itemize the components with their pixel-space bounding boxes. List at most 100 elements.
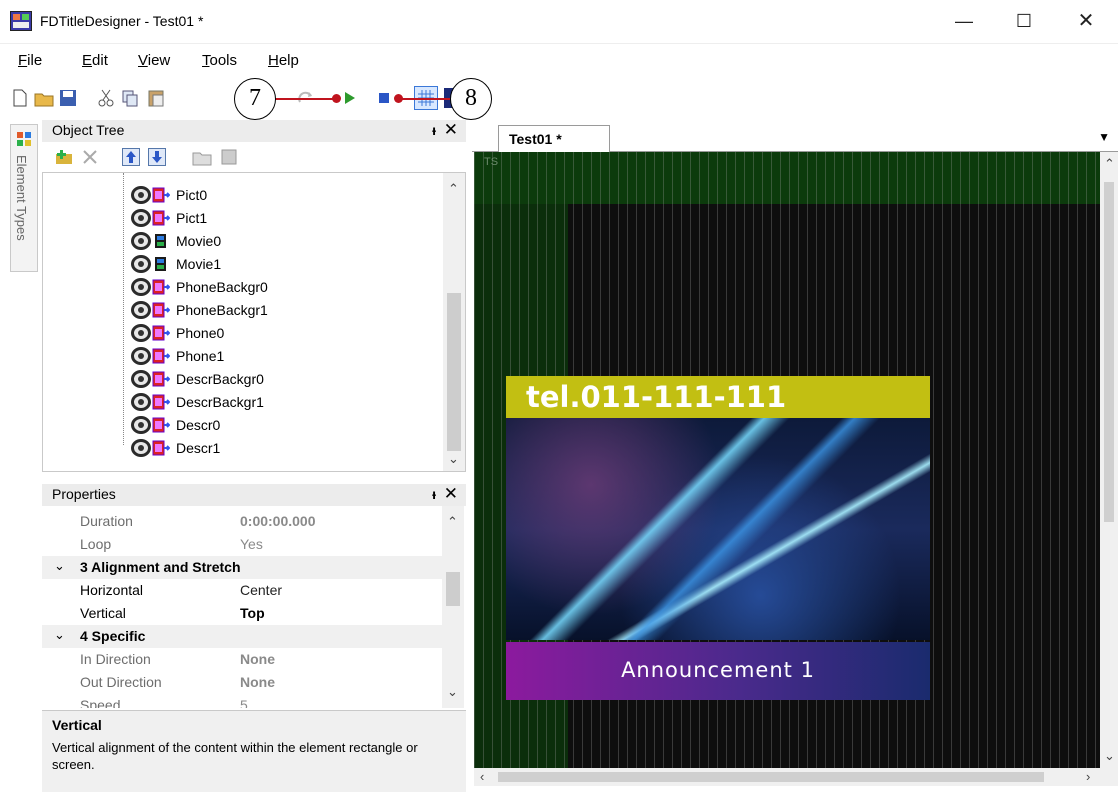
property-row-vertical[interactable]: Vertical Top (42, 602, 442, 625)
element-types-tab[interactable]: Element Types (10, 124, 38, 272)
property-key: In Direction (80, 651, 151, 667)
scroll-right-arrow-icon[interactable]: › (1086, 769, 1090, 784)
visibility-eye-icon[interactable] (131, 254, 151, 273)
tree-item-descrbackgr0[interactable]: DescrBackgr0 (131, 367, 264, 390)
picture-element[interactable] (506, 418, 930, 640)
visibility-eye-icon[interactable] (131, 346, 151, 365)
menu-edit[interactable]: Edit (82, 52, 108, 69)
menu-view[interactable]: View (138, 52, 170, 69)
add-object-icon[interactable] (54, 148, 74, 166)
object-tree-scrollbar[interactable]: ⌃ ⌄ (443, 173, 465, 471)
menu-help[interactable]: Help (268, 52, 299, 69)
play-icon[interactable] (340, 88, 360, 108)
menu-file[interactable]: File (18, 52, 42, 69)
canvas-vertical-scrollbar[interactable]: ⌃ ⌄ (1100, 152, 1118, 768)
property-value[interactable]: None (240, 674, 275, 690)
tree-item-movie1[interactable]: Movie1 (131, 252, 221, 275)
property-row-in-direction[interactable]: In Direction None (42, 648, 442, 671)
visibility-eye-icon[interactable] (131, 438, 151, 457)
copy-icon[interactable] (120, 88, 140, 108)
scroll-down-arrow-icon[interactable]: ⌄ (447, 684, 458, 700)
property-row-horizontal[interactable]: Horizontal Center (42, 579, 442, 602)
properties-scroll-thumb[interactable] (446, 572, 460, 606)
maximize-button[interactable]: ☐ (1002, 6, 1046, 38)
object-tree-close-icon[interactable]: ✕ (444, 120, 458, 140)
scroll-down-arrow-icon[interactable]: ⌄ (1104, 748, 1115, 764)
scroll-up-arrow-icon[interactable]: ⌃ (447, 514, 458, 530)
scroll-up-arrow-icon[interactable]: ⌃ (1104, 156, 1115, 172)
properties-pin-icon[interactable]: ᵻ (432, 486, 436, 502)
visibility-eye-icon[interactable] (131, 300, 151, 319)
close-button[interactable]: ✕ (1064, 6, 1108, 38)
tree-item-descr1[interactable]: Descr1 (131, 436, 220, 459)
canvas-horizontal-scrollbar[interactable]: ‹ › (474, 768, 1118, 786)
picture-element-icon (152, 348, 170, 363)
scroll-down-arrow-icon[interactable]: ⌄ (448, 451, 459, 467)
move-down-icon[interactable] (148, 148, 166, 166)
phone-background-element[interactable]: tel.011-111-111 (506, 376, 930, 418)
collapse-chevron-icon[interactable]: ⌄ (54, 558, 65, 574)
canvas-vscroll-thumb[interactable] (1104, 182, 1114, 522)
property-value[interactable]: Center (240, 582, 282, 598)
delete-object-icon[interactable] (82, 149, 98, 165)
paste-icon[interactable] (146, 88, 166, 108)
property-row-out-direction[interactable]: Out Direction None (42, 671, 442, 694)
callout-8: 8 (450, 78, 492, 120)
property-row-loop[interactable]: Loop Yes (42, 533, 442, 556)
property-value[interactable]: None (240, 651, 275, 667)
tab-dropdown-icon[interactable]: ▼ (1098, 130, 1110, 144)
tree-item-descrbackgr1[interactable]: DescrBackgr1 (131, 390, 264, 413)
tree-item-phone0[interactable]: Phone0 (131, 321, 224, 344)
object-tree-scroll-thumb[interactable] (447, 293, 461, 451)
tree-item-pict1[interactable]: Pict1 (131, 206, 207, 229)
visibility-eye-icon[interactable] (131, 231, 151, 250)
property-category-specific[interactable]: ⌄ 4 Specific (42, 625, 442, 648)
visibility-eye-icon[interactable] (131, 185, 151, 204)
property-value[interactable]: Top (240, 605, 265, 621)
property-value[interactable]: 5 (240, 697, 248, 708)
open-group-icon[interactable] (192, 148, 212, 166)
move-up-icon[interactable] (122, 148, 140, 166)
description-background-element[interactable]: Announcement 1 (506, 642, 930, 700)
save-icon[interactable] (58, 88, 78, 108)
property-value[interactable]: Yes (240, 536, 263, 552)
properties-scrollbar[interactable]: ⌃ ⌄ (442, 506, 464, 708)
cut-icon[interactable] (96, 88, 116, 108)
visibility-eye-icon[interactable] (131, 415, 151, 434)
property-category-alignment[interactable]: ⌄ 3 Alignment and Stretch (42, 556, 442, 579)
save-group-icon[interactable] (220, 148, 240, 166)
visibility-eye-icon[interactable] (131, 277, 151, 296)
picture-element-icon (152, 187, 170, 202)
scroll-up-arrow-icon[interactable]: ⌃ (448, 181, 459, 197)
visibility-eye-icon[interactable] (131, 208, 151, 227)
minimize-button[interactable]: — (942, 6, 986, 38)
open-folder-icon[interactable] (34, 88, 54, 108)
object-tree-pin-icon[interactable]: ᵻ (432, 122, 436, 138)
canvas-hscroll-thumb[interactable] (498, 772, 1044, 782)
tree-item-phonebackgr1[interactable]: PhoneBackgr1 (131, 298, 268, 321)
visibility-eye-icon[interactable] (131, 392, 151, 411)
property-row-speed[interactable]: Speed 5 (42, 694, 442, 708)
tree-item-label: Descr1 (176, 439, 221, 456)
property-row-duration[interactable]: Duration 0:00:00.000 (42, 510, 442, 533)
visibility-eye-icon[interactable] (131, 323, 151, 342)
tree-item-pict0[interactable]: Pict0 (131, 183, 207, 206)
collapse-chevron-icon[interactable]: ⌄ (54, 627, 65, 643)
tree-item-movie0[interactable]: Movie0 (131, 229, 221, 252)
category-label: 3 Alignment and Stretch (80, 559, 241, 575)
menu-tools[interactable]: Tools (202, 52, 237, 69)
menu-edit-label: dit (92, 52, 108, 69)
property-value[interactable]: 0:00:00.000 (240, 513, 316, 529)
tree-item-phonebackgr0[interactable]: PhoneBackgr0 (131, 275, 268, 298)
design-canvas[interactable]: TS tel.011-111-111 Announcement 1 (474, 152, 1100, 768)
scroll-left-arrow-icon[interactable]: ‹ (480, 769, 484, 784)
properties-close-icon[interactable]: ✕ (444, 484, 458, 504)
description-text: Vertical alignment of the content within… (52, 740, 418, 772)
stop-icon[interactable] (374, 88, 394, 108)
tree-item-descr0[interactable]: Descr0 (131, 413, 220, 436)
visibility-eye-icon[interactable] (131, 369, 151, 388)
tree-item-phone1[interactable]: Phone1 (131, 344, 224, 367)
new-file-icon[interactable] (10, 88, 30, 108)
tab-test01[interactable]: Test01 * (498, 125, 610, 153)
tree-item-label: Movie1 (176, 255, 222, 272)
